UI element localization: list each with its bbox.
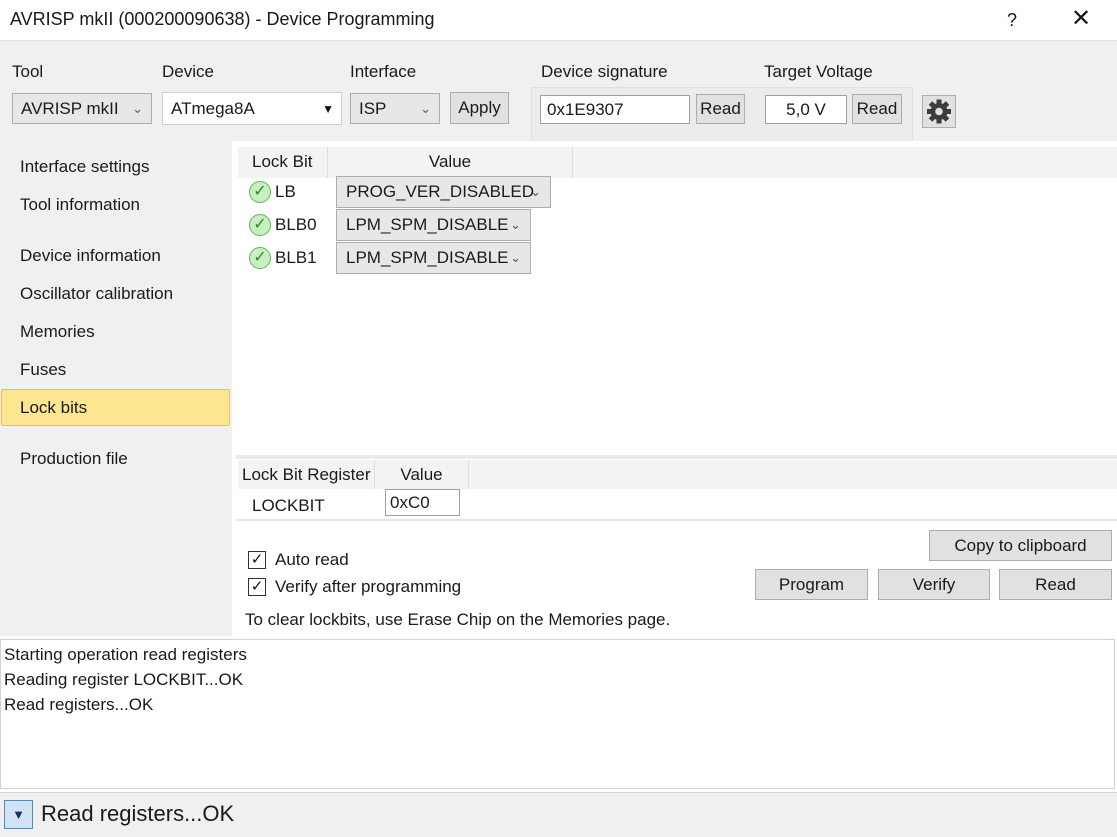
lock-bit-value-select[interactable]: LPM_SPM_DISABLE ⌄ <box>336 209 531 241</box>
interface-select[interactable]: ISP ⌄ <box>350 93 440 124</box>
lock-bit-column-header: Lock Bit <box>238 147 328 178</box>
register-column-header: Lock Bit Register <box>238 460 375 489</box>
chevron-down-icon: ⌄ <box>530 184 541 199</box>
device-select[interactable]: ATmega8A ▼ <box>162 92 342 125</box>
title-bar: AVRISP mkII (000200090638) - Device Prog… <box>0 0 1117 40</box>
chevron-down-icon: ⌄ <box>510 250 521 265</box>
lock-bit-value-select[interactable]: LPM_SPM_DISABLE ⌄ <box>336 242 531 274</box>
register-value-field[interactable]: 0xC0 <box>385 489 460 516</box>
settings-button[interactable] <box>922 95 956 128</box>
device-signature-label: Device signature <box>541 62 668 81</box>
dropdown-arrow-icon: ▼ <box>322 102 334 116</box>
help-button[interactable]: ? <box>998 6 1026 34</box>
target-voltage-field[interactable]: 5,0 V <box>765 95 847 124</box>
log-line: Read registers...OK <box>4 695 154 714</box>
output-log[interactable]: Starting operation read registers Readin… <box>0 639 1115 789</box>
verify-button[interactable]: Verify <box>878 569 990 600</box>
sidebar-item-oscillator-calibration[interactable]: Oscillator calibration <box>1 276 230 313</box>
device-select-value: ATmega8A <box>171 99 255 118</box>
tool-label: Tool <box>12 62 44 81</box>
lock-bit-name: BLB0 <box>275 215 317 234</box>
tool-select-value: AVRISP mkII <box>21 99 119 118</box>
copy-to-clipboard-button[interactable]: Copy to clipboard <box>929 530 1112 561</box>
sidebar-item-device-information[interactable]: Device information <box>1 238 230 275</box>
sidebar-item-production-file[interactable]: Production file <box>1 441 230 478</box>
read-button[interactable]: Read <box>999 569 1112 600</box>
check-circle-icon: ✓ <box>249 181 271 203</box>
status-text: Read registers...OK <box>41 801 235 826</box>
voltage-read-button[interactable]: Read <box>852 94 902 124</box>
value-column-header: Value <box>328 147 573 178</box>
chevron-down-icon: ⌄ <box>132 101 143 116</box>
verify-after-programming-checkbox[interactable]: ✓ <box>248 578 266 596</box>
lock-bit-name: BLB1 <box>275 248 317 267</box>
register-name: LOCKBIT <box>252 496 325 515</box>
device-label: Device <box>162 62 214 81</box>
lock-bit-value: PROG_VER_DISABLED <box>346 182 535 201</box>
lock-bits-panel: Lock Bit Value ✓ LB PROG_VER_DISABLED ⌄ … <box>232 141 1117 636</box>
verify-after-programming-label: Verify after programming <box>275 577 462 596</box>
program-button[interactable]: Program <box>755 569 868 600</box>
device-signature-field[interactable]: 0x1E9307 <box>540 95 690 124</box>
check-circle-icon: ✓ <box>249 247 271 269</box>
close-icon[interactable]: ✕ <box>1066 6 1096 34</box>
apply-button[interactable]: Apply <box>450 92 509 124</box>
register-value-column-header: Value <box>375 460 469 489</box>
tool-select[interactable]: AVRISP mkII ⌄ <box>12 93 152 124</box>
lock-bit-value: LPM_SPM_DISABLE <box>346 215 509 234</box>
sidebar-item-fuses[interactable]: Fuses <box>1 352 230 389</box>
erase-hint: To clear lockbits, use Erase Chip on the… <box>245 610 671 629</box>
check-circle-icon: ✓ <box>249 214 271 236</box>
interface-label: Interface <box>350 62 417 81</box>
sidebar: Interface settings Tool information Devi… <box>0 141 232 636</box>
log-line: Reading register LOCKBIT...OK <box>4 670 244 689</box>
lock-bit-table-header: Lock Bit Value <box>238 147 1117 178</box>
auto-read-checkbox[interactable]: ✓ <box>248 551 266 569</box>
log-line: Starting operation read registers <box>4 645 247 664</box>
lock-bit-name: LB <box>275 182 296 201</box>
status-bar: ▼ Read registers...OK <box>0 792 1117 837</box>
chevron-down-icon: ⌄ <box>420 101 431 116</box>
gear-icon <box>927 99 951 124</box>
sidebar-item-tool-information[interactable]: Tool information <box>1 187 230 224</box>
sidebar-item-interface-settings[interactable]: Interface settings <box>1 149 230 186</box>
signature-read-button[interactable]: Read <box>696 94 745 124</box>
target-voltage-label: Target Voltage <box>764 62 873 81</box>
divider <box>236 519 1117 521</box>
sidebar-item-memories[interactable]: Memories <box>1 314 230 351</box>
splitter[interactable] <box>236 455 1117 459</box>
window-title: AVRISP mkII (000200090638) - Device Prog… <box>10 9 435 29</box>
sidebar-item-lock-bits[interactable]: Lock bits <box>1 389 230 426</box>
auto-read-label: Auto read <box>275 550 349 569</box>
chevron-down-icon: ⌄ <box>510 217 521 232</box>
triangle-down-icon[interactable]: ▼ <box>4 800 33 829</box>
lock-bit-value: LPM_SPM_DISABLE <box>346 248 509 267</box>
interface-select-value: ISP <box>359 99 387 118</box>
lock-bit-value-select[interactable]: PROG_VER_DISABLED ⌄ <box>336 176 551 208</box>
register-table-header: Lock Bit Register Value <box>238 460 1117 489</box>
